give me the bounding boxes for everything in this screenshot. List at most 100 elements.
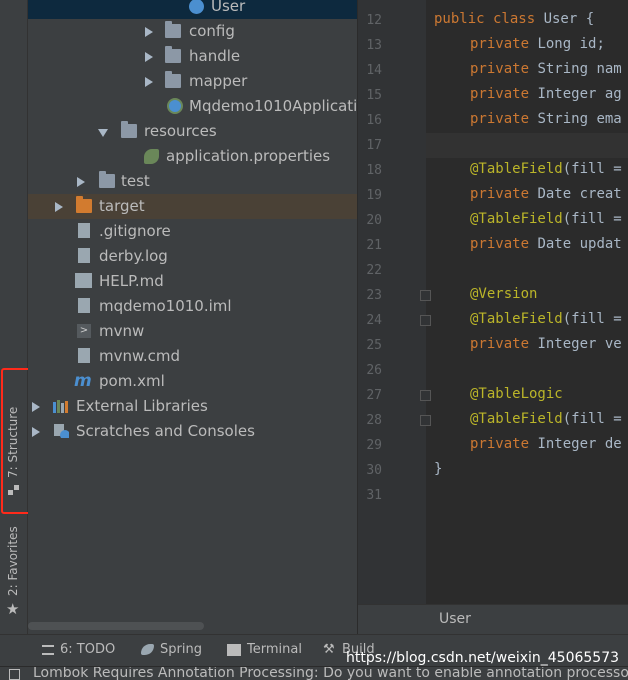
collapse-arrow-icon[interactable] bbox=[98, 129, 108, 137]
tree-item-mvnw-cmd[interactable]: mvnw.cmd bbox=[28, 344, 357, 369]
code-line[interactable]: private Date updat bbox=[470, 236, 622, 252]
tree-item-mapper[interactable]: mapper bbox=[28, 69, 357, 94]
expand-arrow-icon[interactable] bbox=[55, 202, 63, 212]
code-line[interactable]: private Integer ag bbox=[470, 86, 622, 102]
file-icon bbox=[78, 248, 90, 263]
event-log-icon[interactable] bbox=[9, 669, 20, 680]
package-icon bbox=[165, 21, 181, 38]
code-line[interactable]: private Long id; bbox=[470, 36, 605, 52]
scratches-icon bbox=[54, 424, 69, 438]
tree-item-derby-log[interactable]: derby.log bbox=[28, 244, 357, 269]
tree-item-mvnw[interactable]: > mvnw bbox=[28, 319, 357, 344]
annotation-token: @TableField bbox=[470, 411, 563, 427]
annotation-token: @TableField bbox=[470, 211, 563, 227]
line-number: 24 bbox=[366, 313, 382, 328]
tree-horizontal-scrollbar[interactable] bbox=[28, 622, 204, 630]
tree-item-scratches[interactable]: Scratches and Consoles bbox=[28, 419, 357, 444]
folder-icon bbox=[99, 171, 115, 188]
line-number: 23 bbox=[366, 288, 382, 303]
code-line[interactable]: private String nam bbox=[470, 61, 622, 77]
code-token: String ema bbox=[537, 111, 622, 127]
code-token: Integer ve bbox=[537, 336, 622, 352]
file-icon bbox=[78, 223, 90, 238]
fold-marker-icon[interactable] bbox=[420, 390, 431, 401]
code-line[interactable]: @Version bbox=[470, 286, 537, 302]
code-line[interactable]: private Integer ve bbox=[470, 336, 622, 352]
shell-icon: > bbox=[77, 324, 91, 338]
fold-marker-icon[interactable] bbox=[420, 415, 431, 426]
code-line[interactable]: @TableField(fill = bbox=[470, 411, 622, 427]
spring-properties-icon bbox=[144, 149, 159, 164]
keyword-token: public class bbox=[434, 11, 544, 27]
watermark: https://blog.csdn.net/weixin_45065573 bbox=[346, 650, 620, 666]
terminal-icon bbox=[227, 643, 241, 656]
status-message[interactable]: Lombok Requires Annotation Processing: D… bbox=[33, 667, 628, 680]
line-number: 15 bbox=[366, 88, 382, 103]
file-icon bbox=[78, 348, 90, 363]
tree-item-target[interactable]: target bbox=[28, 194, 357, 219]
line-number: 12 bbox=[366, 13, 382, 28]
fold-marker-icon[interactable] bbox=[420, 315, 431, 326]
tree-item-handle[interactable]: handle bbox=[28, 44, 357, 69]
code-line[interactable]: private String ema bbox=[470, 111, 622, 127]
class-icon bbox=[189, 0, 204, 14]
tree-item-config[interactable]: config bbox=[28, 19, 357, 44]
package-icon bbox=[165, 71, 181, 88]
code-line[interactable]: @TableLogic bbox=[470, 386, 563, 402]
tree-item-user[interactable]: User bbox=[28, 0, 357, 19]
code-token: User { bbox=[543, 11, 595, 27]
code-token: String nam bbox=[537, 61, 622, 77]
tree-item-resources[interactable]: resources bbox=[28, 119, 357, 144]
code-token: Long id; bbox=[537, 36, 605, 52]
annotation-token: @TableField bbox=[470, 161, 563, 177]
code-line[interactable]: public class User { bbox=[434, 11, 594, 27]
expand-arrow-icon[interactable] bbox=[32, 402, 40, 412]
line-number: 22 bbox=[366, 263, 382, 278]
excluded-folder-icon bbox=[76, 196, 92, 213]
expand-arrow-icon[interactable] bbox=[32, 427, 40, 437]
expand-arrow-icon[interactable] bbox=[145, 77, 153, 87]
keyword-token: private bbox=[470, 36, 538, 52]
spring-tool-button[interactable]: Spring bbox=[141, 642, 202, 657]
keyword-token: private bbox=[470, 186, 538, 202]
expand-arrow-icon[interactable] bbox=[77, 177, 85, 187]
code-line[interactable]: } bbox=[434, 461, 442, 477]
star-icon: ★ bbox=[6, 600, 20, 618]
leaf-icon bbox=[141, 644, 154, 655]
code-line[interactable]: @TableField(fill = bbox=[470, 161, 622, 177]
fold-marker-icon[interactable] bbox=[420, 290, 431, 301]
terminal-tool-button[interactable]: Terminal bbox=[227, 642, 302, 657]
code-line[interactable]: private Date creat bbox=[470, 186, 622, 202]
expand-arrow-icon[interactable] bbox=[145, 27, 153, 37]
code-line[interactable]: @TableField(fill = bbox=[470, 211, 622, 227]
markdown-icon bbox=[75, 273, 92, 288]
tree-item-help-md[interactable]: HELP.md bbox=[28, 269, 357, 294]
tree-item-external-libraries[interactable]: External Libraries bbox=[28, 394, 357, 419]
tree-item-gitignore[interactable]: .gitignore bbox=[28, 219, 357, 244]
tree-item-application-class[interactable]: Mqdemo1010Applicati bbox=[28, 94, 357, 119]
todo-tool-button[interactable]: 6: TODO bbox=[42, 642, 115, 657]
line-number: 13 bbox=[366, 38, 382, 53]
line-number: 29 bbox=[366, 438, 382, 453]
code-token: (fill = bbox=[562, 161, 622, 177]
keyword-token: private bbox=[470, 236, 538, 252]
editor-tab-bar: User bbox=[358, 604, 628, 635]
line-number: 26 bbox=[366, 363, 382, 378]
current-line-highlight bbox=[426, 133, 628, 158]
annotation-token: @TableField bbox=[470, 311, 563, 327]
keyword-token: private bbox=[470, 336, 538, 352]
tree-item-iml[interactable]: mqdemo1010.iml bbox=[28, 294, 357, 319]
code-token: (fill = bbox=[562, 211, 622, 227]
code-token: Date updat bbox=[537, 236, 622, 252]
project-tree: User config handle mapper Mqdemo1010Appl… bbox=[28, 0, 357, 634]
tree-item-application-properties[interactable]: application.properties bbox=[28, 144, 357, 169]
code-line[interactable]: private Integer de bbox=[470, 436, 622, 452]
line-number: 14 bbox=[366, 63, 382, 78]
editor-tab-user[interactable]: User bbox=[439, 611, 471, 627]
tree-item-pom-xml[interactable]: m pom.xml bbox=[28, 369, 357, 394]
keyword-token: private bbox=[470, 111, 538, 127]
code-editor[interactable]: 12 public class User { 13 private Long id; 1… bbox=[358, 0, 628, 604]
code-line[interactable]: @TableField(fill = bbox=[470, 311, 622, 327]
expand-arrow-icon[interactable] bbox=[145, 52, 153, 62]
tree-item-test[interactable]: test bbox=[28, 169, 357, 194]
